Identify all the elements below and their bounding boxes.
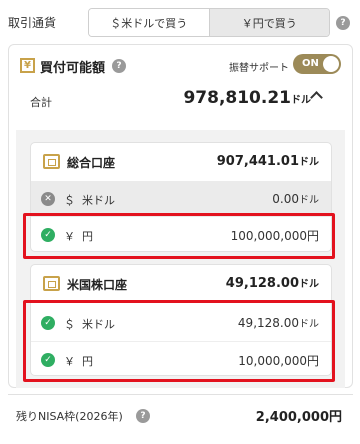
account-header: 総合口座 907,441.01ドル bbox=[31, 143, 331, 181]
amount-unit: 円 bbox=[306, 229, 319, 243]
wallet-icon bbox=[43, 154, 60, 169]
wallet-icon bbox=[43, 276, 60, 291]
currency-label: ￥ 円 bbox=[64, 355, 93, 368]
amount-value: 10,000,000 bbox=[238, 354, 307, 368]
check-icon: ✓ bbox=[41, 316, 55, 330]
currency-label: ￥ 円 bbox=[64, 230, 93, 243]
list-item: ✓ ￥ 円 10,000,000円 bbox=[31, 341, 331, 377]
account-name: 米国株口座 bbox=[67, 278, 128, 292]
account-total-unit: ドル bbox=[299, 279, 319, 290]
divider bbox=[8, 394, 353, 395]
amount-value: 100,000,000 bbox=[230, 229, 307, 243]
account-total: 907,441.01ドル bbox=[217, 153, 319, 169]
tab-buy-jpy[interactable]: ￥円で買う bbox=[208, 9, 329, 36]
help-icon[interactable]: ? bbox=[336, 16, 350, 30]
unavailable-icon: ✕ bbox=[41, 192, 55, 206]
check-icon: ✓ bbox=[41, 228, 55, 242]
list-item: ✓ ＄ 米ドル 49,128.00ドル bbox=[31, 305, 331, 341]
amount: 0.00ドル bbox=[272, 191, 319, 206]
account-total-amount: 49,128.00 bbox=[225, 276, 299, 291]
amount: 10,000,000円 bbox=[238, 352, 319, 369]
total-label: 合計 bbox=[30, 96, 52, 109]
account-total: 49,128.00ドル bbox=[226, 275, 319, 291]
total-value: 978,810.21ドル bbox=[175, 88, 311, 108]
currency-label: ＄ 米ドル bbox=[64, 318, 115, 331]
currency-label: ＄ 米ドル bbox=[64, 194, 115, 207]
yen-icon: ¥ bbox=[20, 58, 35, 73]
amount-value: 0.00 bbox=[272, 192, 299, 206]
transfer-support-label: 振替サポート bbox=[229, 63, 289, 74]
amount: 100,000,000円 bbox=[231, 227, 319, 244]
buying-power-title: 買付可能額 bbox=[40, 61, 106, 76]
amount: 49,128.00ドル bbox=[238, 315, 319, 330]
amount-unit: 円 bbox=[306, 354, 319, 368]
nisa-remaining-value: 2,400,000円 bbox=[255, 410, 342, 425]
list-item: ✓ ￥ 円 100,000,000円 bbox=[31, 217, 331, 253]
amount-unit: ドル bbox=[299, 319, 319, 330]
total-amount: 978,810.21 bbox=[183, 88, 291, 108]
toggle-knob bbox=[323, 56, 339, 72]
amount-unit: ドル bbox=[299, 195, 319, 206]
list-item: ✕ ＄ 米ドル 0.00ドル bbox=[31, 181, 331, 217]
tab-buy-usd[interactable]: ＄米ドルで買う bbox=[89, 9, 209, 36]
account-total-amount: 907,441.01 bbox=[216, 154, 299, 169]
account-card-us-stock: 米国株口座 49,128.00ドル ✓ ＄ 米ドル 49,128.00ドル ✓ … bbox=[30, 264, 332, 376]
nisa-help-icon[interactable]: ? bbox=[136, 409, 150, 423]
amount-value: 49,128.00 bbox=[237, 316, 299, 330]
check-icon: ✓ bbox=[41, 353, 55, 367]
account-card-general: 総合口座 907,441.01ドル ✕ ＄ 米ドル 0.00ドル ✓ ￥ 円 1… bbox=[30, 142, 332, 252]
transfer-support-toggle[interactable]: ON bbox=[293, 54, 341, 74]
account-header: 米国株口座 49,128.00ドル bbox=[31, 265, 331, 303]
account-name: 総合口座 bbox=[67, 156, 116, 170]
toggle-label: ON bbox=[302, 58, 319, 69]
currency-segmented-control: ＄米ドルで買う ￥円で買う bbox=[88, 8, 330, 37]
account-total-unit: ドル bbox=[299, 157, 319, 168]
currency-label: 取引通貨 bbox=[8, 16, 57, 30]
buying-power-help-icon[interactable]: ? bbox=[112, 59, 126, 73]
nisa-remaining-label: 残りNISA枠(2026年) bbox=[16, 410, 123, 423]
total-unit: ドル bbox=[291, 95, 311, 106]
